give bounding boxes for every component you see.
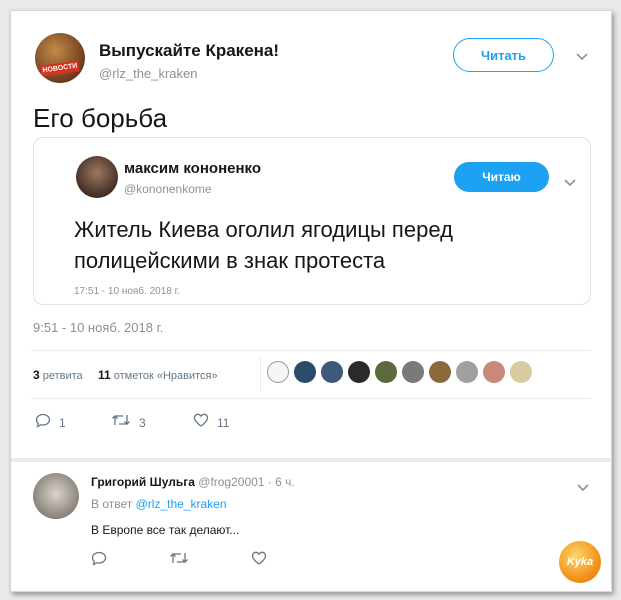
reply-author-name[interactable]: Григорий Шульга (91, 475, 195, 489)
in-reply-to: В ответ @rlz_the_kraken (91, 497, 227, 511)
author-handle[interactable]: @rlz_the_kraken (99, 66, 197, 81)
retweets-label[interactable]: ретвита (43, 370, 83, 382)
heart-icon (193, 413, 209, 432)
retweet-count: 3 (139, 415, 146, 430)
reply-count: 1 (59, 416, 66, 430)
reply-icon (35, 413, 51, 433)
liker-avatar[interactable] (510, 361, 532, 383)
quote-author-name[interactable]: максим кононенко (124, 160, 261, 177)
reply-like-action[interactable] (251, 551, 267, 570)
engagement-stats: 3 ретвита 11 отметок «Нравится» (33, 368, 218, 382)
quote-timestamp[interactable]: 17:51 - 10 нояб. 2018 г. (74, 286, 180, 297)
in-reply-handle-link[interactable]: @rlz_the_kraken (136, 497, 227, 511)
liker-avatar[interactable] (267, 361, 289, 383)
quoted-tweet[interactable]: максим кононенко @kononenkome Читаю Жите… (33, 137, 591, 305)
author-name[interactable]: Выпускайте Кракена! (99, 41, 279, 61)
reply-text: В Европе все так делают... (91, 523, 240, 537)
reply-chevron-down-icon[interactable] (577, 479, 589, 497)
like-count: 11 (217, 415, 230, 430)
retweet-icon (111, 413, 131, 432)
reply-author-handle[interactable]: @frog20001 (198, 475, 264, 489)
likes-count[interactable]: 11 (98, 368, 111, 382)
reply-time[interactable]: 6 ч. (275, 475, 295, 489)
reply-retweet-action[interactable] (169, 551, 189, 570)
reply-author-avatar[interactable] (33, 473, 79, 519)
liker-avatar[interactable] (321, 361, 343, 383)
quote-author-avatar[interactable] (76, 156, 118, 198)
reply-icon (91, 551, 107, 570)
quote-following-button[interactable]: Читаю (454, 162, 549, 192)
chevron-down-icon[interactable] (576, 49, 588, 64)
liker-avatar[interactable] (429, 361, 451, 383)
like-action[interactable]: 11 (193, 413, 229, 432)
reply-separator (11, 458, 611, 462)
reply-header: Григорий Шульга @frog20001 · 6 ч. (91, 475, 295, 489)
divider (31, 350, 591, 351)
liker-avatar[interactable] (348, 361, 370, 383)
likers-avatars (267, 361, 532, 383)
quote-author-handle[interactable]: @kononenkome (124, 182, 212, 196)
avatar-tag: НОВОСТИ (40, 60, 80, 77)
reply-reply-action[interactable] (91, 551, 107, 571)
tweet-timestamp[interactable]: 9:51 - 10 нояб. 2018 г. (33, 320, 163, 335)
retweet-icon (169, 552, 189, 569)
divider (31, 398, 591, 399)
stats-separator (260, 356, 261, 392)
liker-avatar[interactable] (483, 361, 505, 383)
heart-icon (251, 551, 267, 569)
reply-action[interactable]: 1 (35, 413, 66, 433)
retweets-count[interactable]: 3 (33, 368, 40, 382)
liker-avatar[interactable] (294, 361, 316, 383)
watermark-logo: Kyka (559, 541, 601, 583)
retweet-action[interactable]: 3 (111, 413, 146, 432)
author-avatar[interactable]: НОВОСТИ (35, 33, 85, 83)
tweet-card: НОВОСТИ Выпускайте Кракена! @rlz_the_kra… (10, 10, 612, 592)
tweet-text: Его борьба (33, 103, 168, 133)
likes-label[interactable]: отметок «Нравится» (114, 370, 218, 382)
reply-dot: · (267, 475, 272, 489)
liker-avatar[interactable] (402, 361, 424, 383)
liker-avatar[interactable] (375, 361, 397, 383)
in-reply-prefix: В ответ (91, 497, 133, 511)
liker-avatar[interactable] (456, 361, 478, 383)
quote-text: Житель Киева оголил ягодицы перед полице… (74, 217, 453, 273)
follow-button[interactable]: Читать (453, 38, 554, 72)
quote-chevron-down-icon[interactable] (564, 174, 576, 192)
